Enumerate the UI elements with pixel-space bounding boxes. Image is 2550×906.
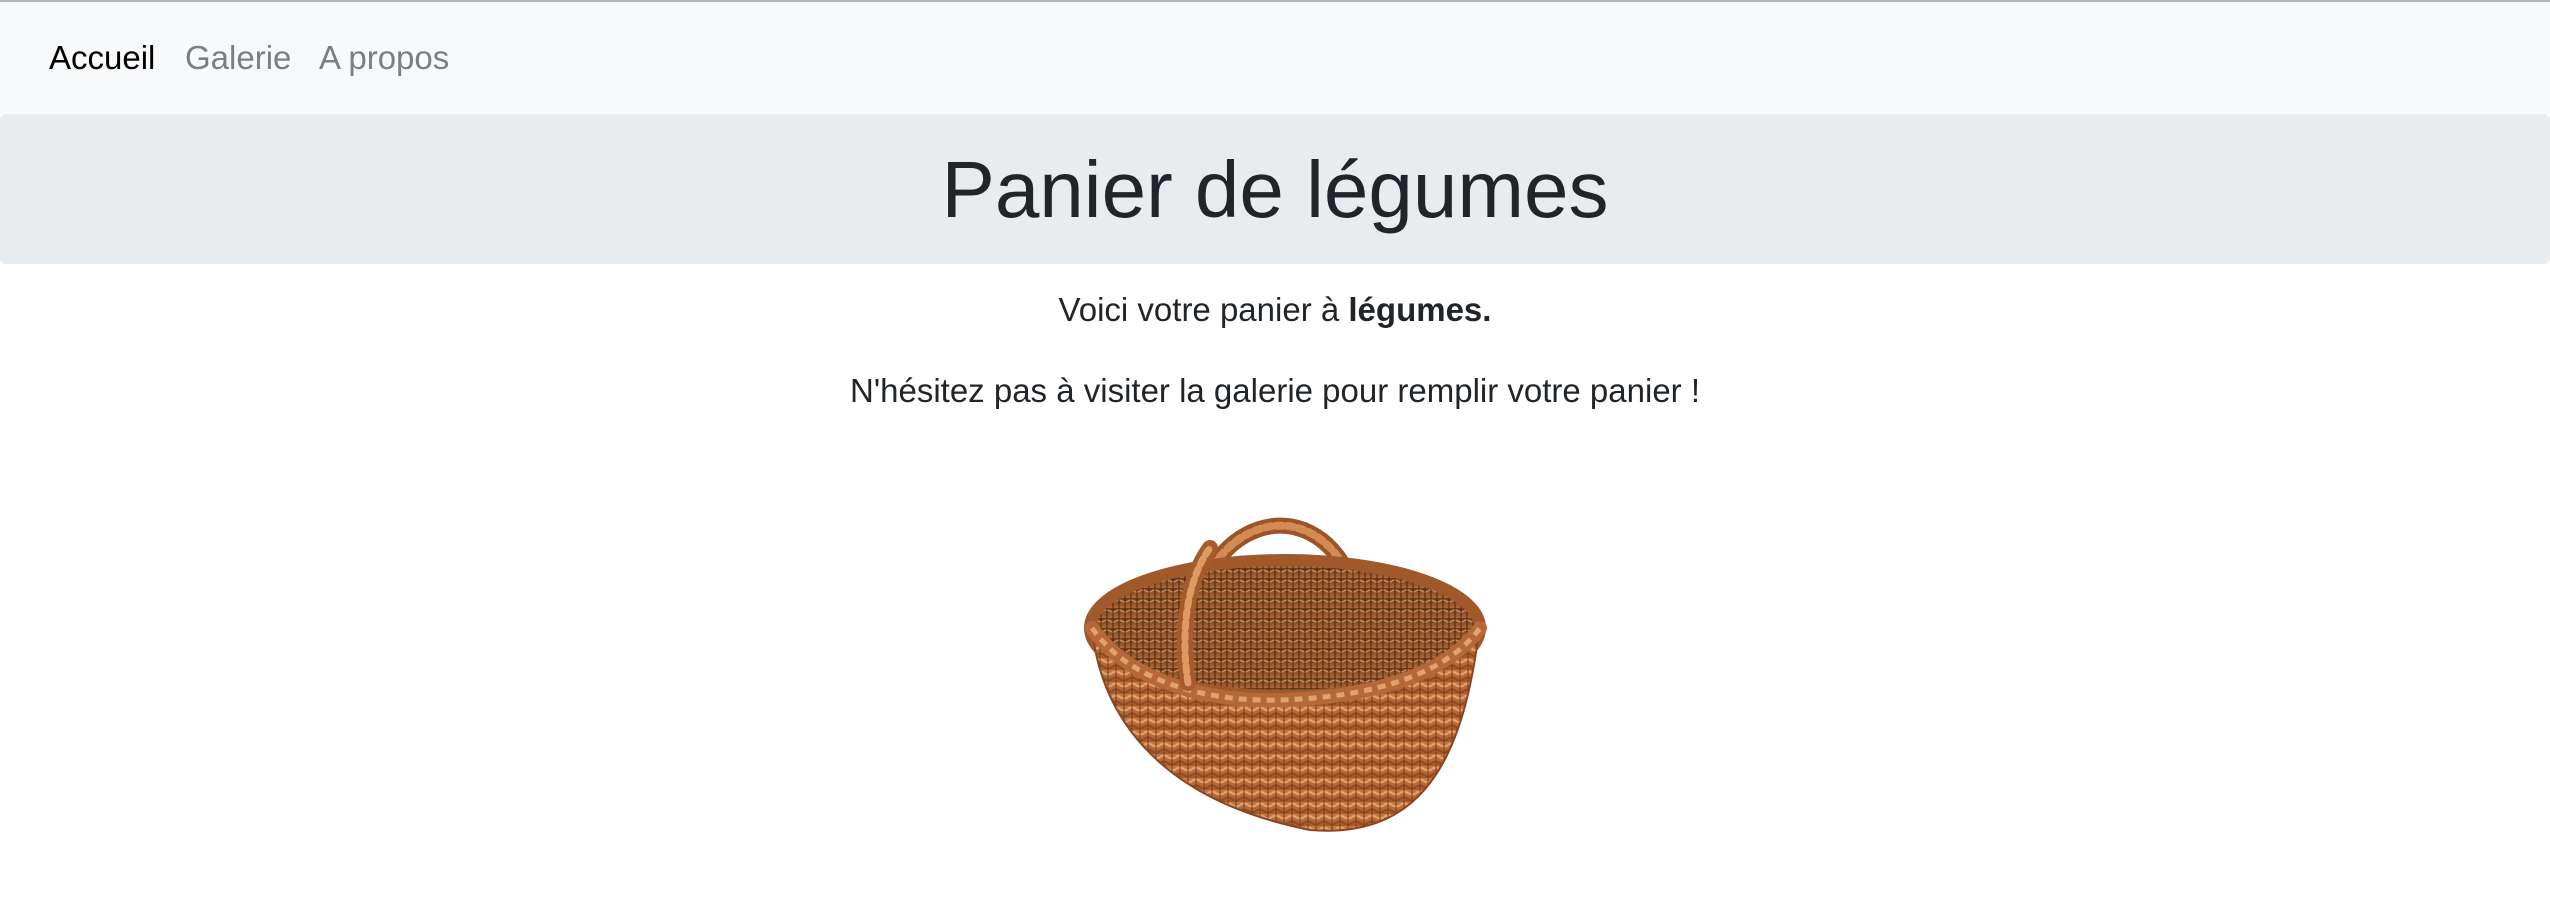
wicker-basket-image [1084, 517, 1487, 832]
page-title: Panier de légumes [941, 145, 1609, 234]
intro-bold-text: légumes. [1348, 291, 1492, 328]
nav-link-gallery[interactable]: Galerie [185, 36, 291, 80]
intro-paragraph: Voici votre panier à légumes. [0, 288, 2550, 332]
gallery-invitation-text: N'hésitez pas à visiter la galerie pour … [849, 372, 1700, 409]
intro-text: Voici votre panier à [1058, 291, 1349, 328]
navbar: Accueil Galerie A propos [0, 2, 2550, 114]
nav-link-home[interactable]: Accueil [49, 36, 155, 80]
nav-link-about[interactable]: A propos [319, 36, 449, 80]
jumbotron-header: Panier de légumes [0, 114, 2550, 264]
